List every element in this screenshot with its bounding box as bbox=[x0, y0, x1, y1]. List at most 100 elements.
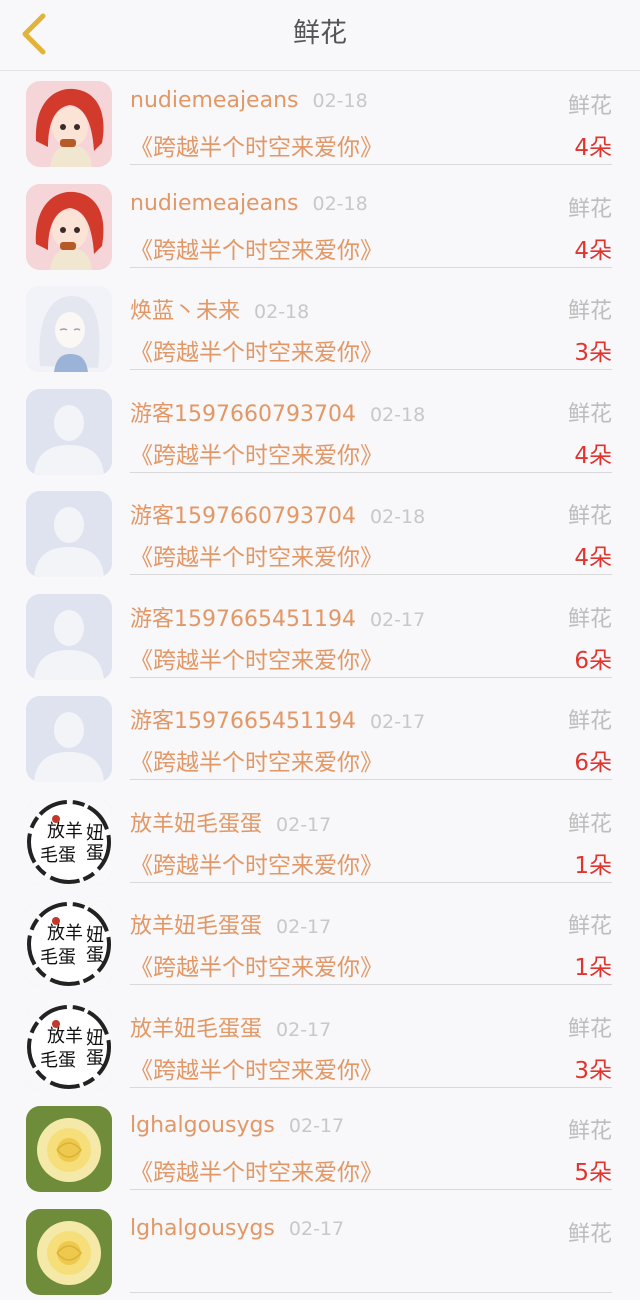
gift-date: 02-17 bbox=[289, 1115, 344, 1137]
gift-date: 02-18 bbox=[312, 193, 367, 215]
list-item[interactable]: 游客159766545119402-17鲜花《跨越半个时空来爱你》6朵 bbox=[0, 583, 640, 686]
svg-text:毛蛋: 毛蛋 bbox=[40, 845, 76, 866]
avatar[interactable] bbox=[26, 184, 112, 270]
user-name-text: lghalgousygs bbox=[130, 1216, 275, 1241]
book-title[interactable]: 《跨越半个时空来爱你》 bbox=[130, 538, 383, 572]
flower-list: nudiemeajeans02-18鲜花《跨越半个时空来爱你》4朵nudieme… bbox=[0, 70, 640, 1300]
nav-bar: 鲜花 bbox=[0, 0, 640, 71]
divider bbox=[130, 882, 612, 883]
divider bbox=[130, 164, 612, 165]
avatar[interactable] bbox=[26, 1106, 112, 1192]
book-title[interactable]: 《跨越半个时空来爱你》 bbox=[130, 333, 383, 367]
gift-type: 鲜花 bbox=[568, 88, 612, 120]
avatar[interactable] bbox=[26, 81, 112, 167]
book-title[interactable]: 《跨越半个时空来爱你》 bbox=[130, 743, 383, 777]
flower-count: 4朵 bbox=[574, 128, 612, 162]
flower-count: 6朵 bbox=[574, 743, 612, 777]
gift-date: 02-18 bbox=[312, 90, 367, 112]
user-name-text: 放羊妞毛蛋蛋 bbox=[130, 812, 262, 837]
divider bbox=[130, 574, 612, 575]
avatar[interactable] bbox=[26, 491, 112, 577]
gift-type: 鲜花 bbox=[568, 1113, 612, 1145]
gift-date: 02-17 bbox=[276, 916, 331, 938]
flower-count: 1朵 bbox=[574, 846, 612, 880]
avatar[interactable] bbox=[26, 1209, 112, 1295]
user-name-text: nudiemeajeans bbox=[130, 88, 298, 113]
gift-date: 02-17 bbox=[276, 1019, 331, 1041]
list-item[interactable]: 放羊妞毛蛋蛋放羊妞毛蛋蛋02-17鲜花《跨越半个时空来爱你》3朵 bbox=[0, 993, 640, 1096]
flower-count: 3朵 bbox=[574, 333, 612, 367]
list-item[interactable]: 游客159766079370402-18 鲜花《跨越半个时空来爱你》 4朵 bbox=[0, 480, 640, 583]
user-name-text: 游客1597665451194 bbox=[130, 607, 356, 632]
gift-date: 02-17 bbox=[370, 609, 425, 631]
flower-count: 5朵 bbox=[574, 1153, 612, 1187]
book-title[interactable]: 《跨越半个时空来爱你》 bbox=[130, 128, 383, 162]
avatar[interactable]: 放羊妞毛蛋蛋 bbox=[26, 901, 112, 987]
divider bbox=[130, 267, 612, 268]
page-title: 鲜花 bbox=[0, 0, 640, 70]
book-title[interactable]: 《跨越半个时空来爱你》 bbox=[130, 1153, 383, 1187]
svg-text:妞: 妞 bbox=[86, 925, 104, 946]
divider bbox=[130, 1189, 612, 1190]
book-title[interactable]: 《跨越半个时空来爱你》 bbox=[130, 231, 383, 265]
divider bbox=[130, 1292, 612, 1293]
list-item[interactable]: 焕蓝丶未来 02-18 鲜花《跨越半个时空来爱你》 3朵 bbox=[0, 275, 640, 378]
svg-text:蛋: 蛋 bbox=[86, 945, 104, 966]
svg-text:蛋: 蛋 bbox=[86, 1048, 104, 1069]
avatar[interactable] bbox=[26, 594, 112, 680]
user-name: 放羊妞毛蛋蛋 02-17 bbox=[130, 908, 331, 940]
gift-date: 02-17 bbox=[370, 711, 425, 733]
user-name-text: 游客1597665451194 bbox=[130, 709, 356, 734]
user-name: 游客159766079370402-18 bbox=[130, 396, 425, 428]
list-item[interactable]: 游客159766079370402-18鲜花《跨越半个时空来爱你》4朵 bbox=[0, 378, 640, 481]
user-name-text: nudiemeajeans bbox=[130, 191, 298, 216]
gift-type: 鲜花 bbox=[568, 293, 612, 325]
gift-type: 鲜花 bbox=[568, 806, 612, 838]
gift-type: 鲜花 bbox=[568, 703, 612, 735]
flower-count: 1朵 bbox=[574, 948, 612, 982]
list-item[interactable]: nudiemeajeans 02-18 鲜花《跨越半个时空来爱你》 4朵 bbox=[0, 70, 640, 173]
avatar[interactable] bbox=[26, 389, 112, 475]
flower-count: 4朵 bbox=[574, 538, 612, 572]
svg-text:放羊: 放羊 bbox=[47, 821, 83, 842]
svg-text:蛋: 蛋 bbox=[86, 843, 104, 864]
user-name-text: 放羊妞毛蛋蛋 bbox=[130, 914, 262, 939]
flower-count: 6朵 bbox=[574, 641, 612, 675]
divider bbox=[130, 779, 612, 780]
user-name: nudiemeajeans 02-18 bbox=[130, 88, 368, 113]
divider bbox=[130, 677, 612, 678]
svg-text:毛蛋: 毛蛋 bbox=[40, 947, 76, 968]
avatar[interactable]: 放羊妞毛蛋蛋 bbox=[26, 1004, 112, 1090]
gift-date: 02-18 bbox=[370, 404, 425, 426]
avatar[interactable]: 放羊妞毛蛋蛋 bbox=[26, 799, 112, 885]
book-title[interactable]: 《跨越半个时空来爱你》 bbox=[130, 1051, 383, 1085]
list-item[interactable]: lghalgousygs02-17 鲜花 bbox=[0, 1198, 640, 1300]
user-name-text: 游客1597660793704 bbox=[130, 504, 356, 529]
list-item[interactable]: lghalgousygs02-17鲜花《跨越半个时空来爱你》5朵 bbox=[0, 1095, 640, 1198]
user-name: 放羊妞毛蛋蛋 02-17 bbox=[130, 1011, 331, 1043]
book-title[interactable]: 《跨越半个时空来爱你》 bbox=[130, 948, 383, 982]
book-title[interactable]: 《跨越半个时空来爱你》 bbox=[130, 436, 383, 470]
gift-type: 鲜花 bbox=[568, 1216, 612, 1248]
user-name-text: 放羊妞毛蛋蛋 bbox=[130, 1017, 262, 1042]
avatar[interactable] bbox=[26, 696, 112, 782]
user-name: 游客159766079370402-18 bbox=[130, 498, 425, 530]
list-item[interactable]: 放羊妞毛蛋蛋放羊妞毛蛋蛋02-17鲜花《跨越半个时空来爱你》1朵 bbox=[0, 890, 640, 993]
book-title[interactable]: 《跨越半个时空来爱你》 bbox=[130, 641, 383, 675]
list-item[interactable]: 游客1597665451194 02-17 鲜花《跨越半个时空来爱你》 6朵 bbox=[0, 685, 640, 788]
gift-type: 鲜花 bbox=[568, 498, 612, 530]
flower-count: 4朵 bbox=[574, 436, 612, 470]
svg-text:放羊: 放羊 bbox=[47, 923, 83, 944]
user-name-text: 焕蓝丶未来 bbox=[130, 299, 240, 324]
user-name: 游客1597665451194 02-17 bbox=[130, 703, 425, 735]
avatar[interactable] bbox=[26, 286, 112, 372]
list-item[interactable]: nudiemeajeans02-18鲜花《跨越半个时空来爱你》4朵 bbox=[0, 173, 640, 276]
list-item[interactable]: 放羊妞毛蛋蛋放羊妞毛蛋蛋02-17鲜花《跨越半个时空来爱你》1朵 bbox=[0, 788, 640, 891]
gift-type: 鲜花 bbox=[568, 908, 612, 940]
book-title[interactable]: 《跨越半个时空来爱你》 bbox=[130, 846, 383, 880]
user-name: nudiemeajeans 02-18 bbox=[130, 191, 368, 216]
gift-date: 02-18 bbox=[254, 301, 309, 323]
gift-type: 鲜花 bbox=[568, 191, 612, 223]
divider bbox=[130, 472, 612, 473]
user-name: lghalgousygs02-17 bbox=[130, 1216, 344, 1241]
